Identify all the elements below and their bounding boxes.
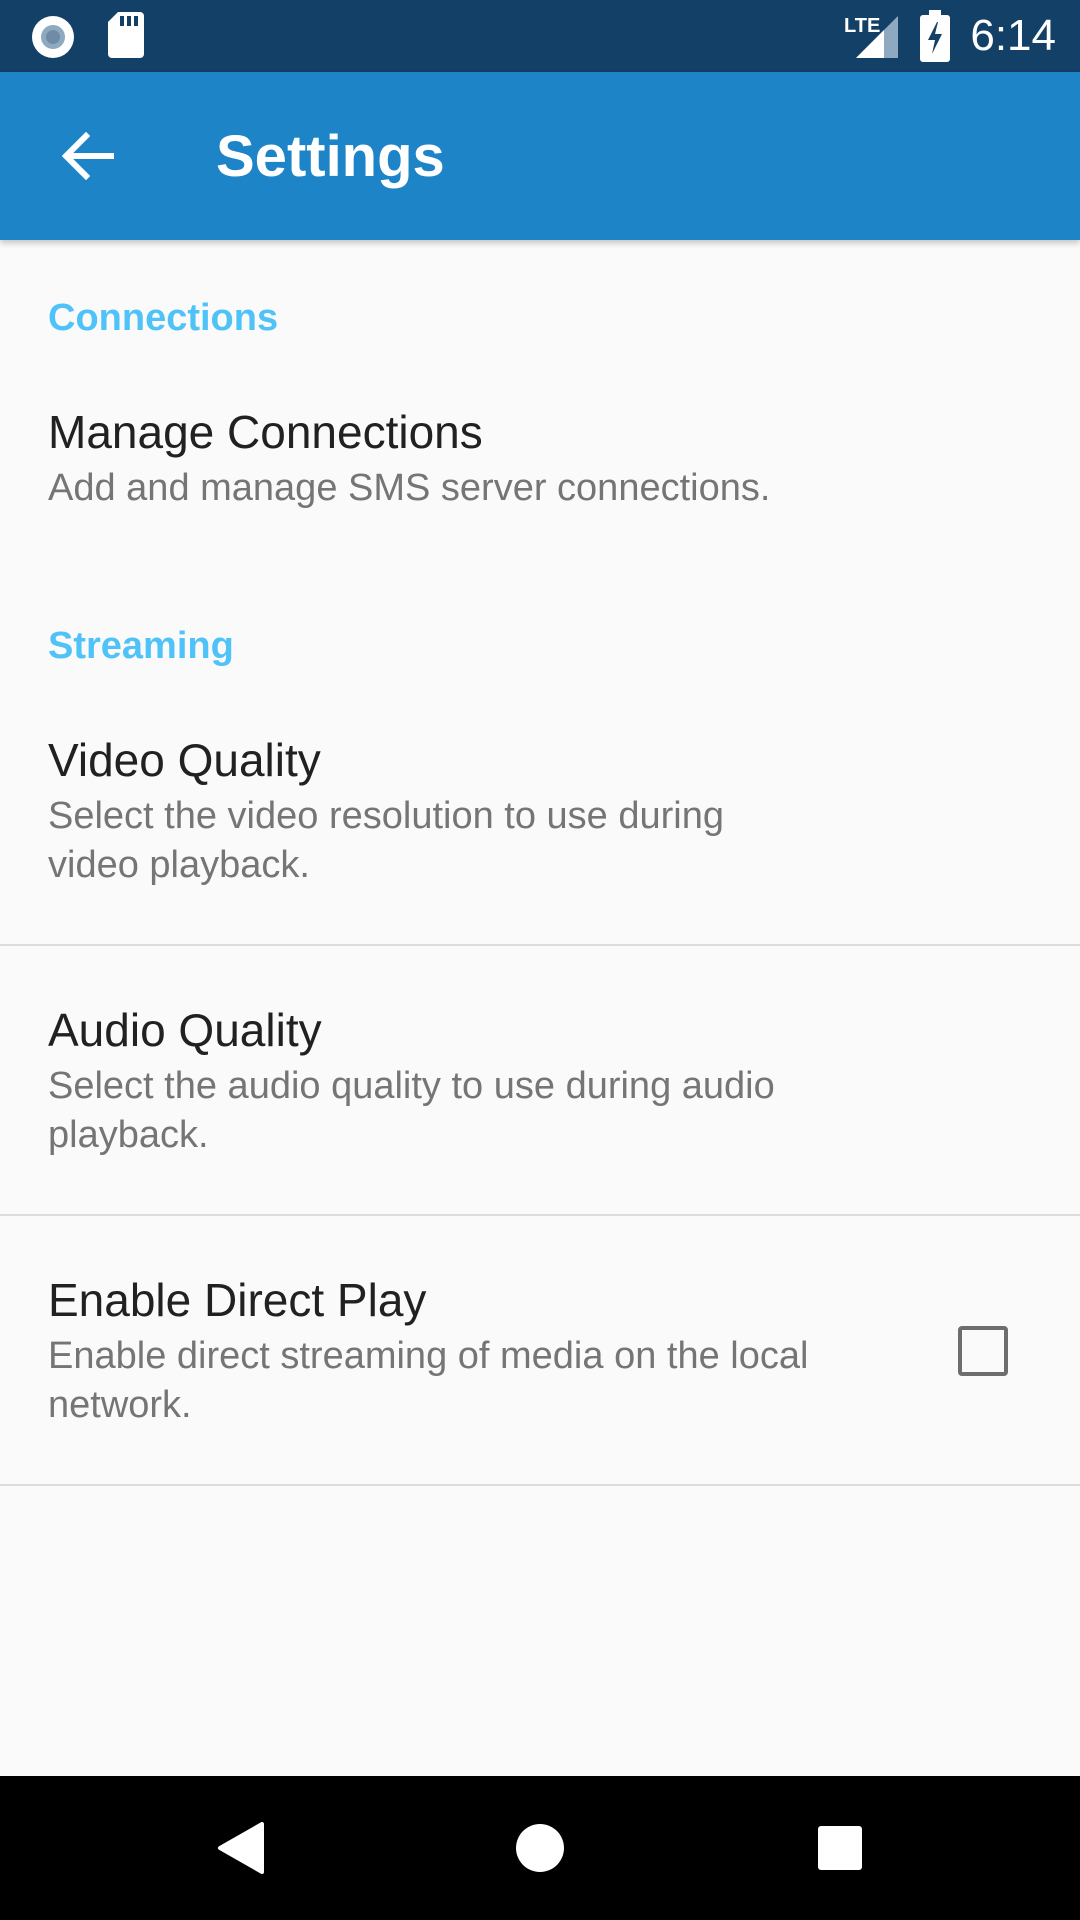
home-circle-icon <box>516 1824 564 1872</box>
pref-title: Manage Connections <box>48 406 483 458</box>
pref-audio-quality[interactable]: Audio Quality Select the audio quality t… <box>0 958 1080 1214</box>
divider <box>0 944 1080 946</box>
page-title: Settings <box>216 124 445 189</box>
svg-text:LTE: LTE <box>844 15 880 37</box>
status-bar: LTE 6:14 <box>0 0 1080 72</box>
pref-title: Video Quality <box>48 734 321 786</box>
pref-summary: Enable direct streaming of media on the … <box>48 1335 809 1426</box>
pref-video-quality[interactable]: Video Quality Select the video resolutio… <box>0 688 1080 946</box>
pref-summary: Select the audio quality to use during a… <box>48 1065 775 1156</box>
battery-charging-icon <box>920 10 950 62</box>
pref-manage-connections[interactable]: Manage Connections Add and manage SMS se… <box>0 360 1080 530</box>
pref-summary: Select the video resolution to use durin… <box>48 795 724 886</box>
sd-card-icon <box>108 12 144 58</box>
record-icon <box>32 16 74 58</box>
direct-play-checkbox[interactable] <box>958 1326 1008 1376</box>
app-bar: Settings <box>0 72 1080 240</box>
category-connections: Connections <box>48 297 279 339</box>
category-streaming: Streaming <box>48 625 234 667</box>
pref-title: Audio Quality <box>48 1004 322 1056</box>
nav-bar <box>0 1776 1080 1920</box>
divider <box>0 1214 1080 1216</box>
nav-home-button[interactable] <box>504 1812 576 1884</box>
recents-square-icon <box>818 1826 862 1870</box>
lte-signal-icon: LTE <box>844 15 898 58</box>
pref-enable-direct-play[interactable]: Enable Direct Play Enable direct streami… <box>0 1228 1080 1484</box>
nav-recents-button[interactable] <box>804 1812 876 1884</box>
back-triangle-icon <box>218 1822 264 1874</box>
back-button[interactable] <box>40 108 136 204</box>
divider <box>0 1484 1080 1486</box>
nav-back-button[interactable] <box>204 1812 276 1884</box>
pref-title: Enable Direct Play <box>48 1274 427 1326</box>
status-time: 6:14 <box>970 11 1056 60</box>
arrow-back-icon <box>62 132 114 180</box>
pref-summary: Add and manage SMS server connections. <box>48 467 771 509</box>
